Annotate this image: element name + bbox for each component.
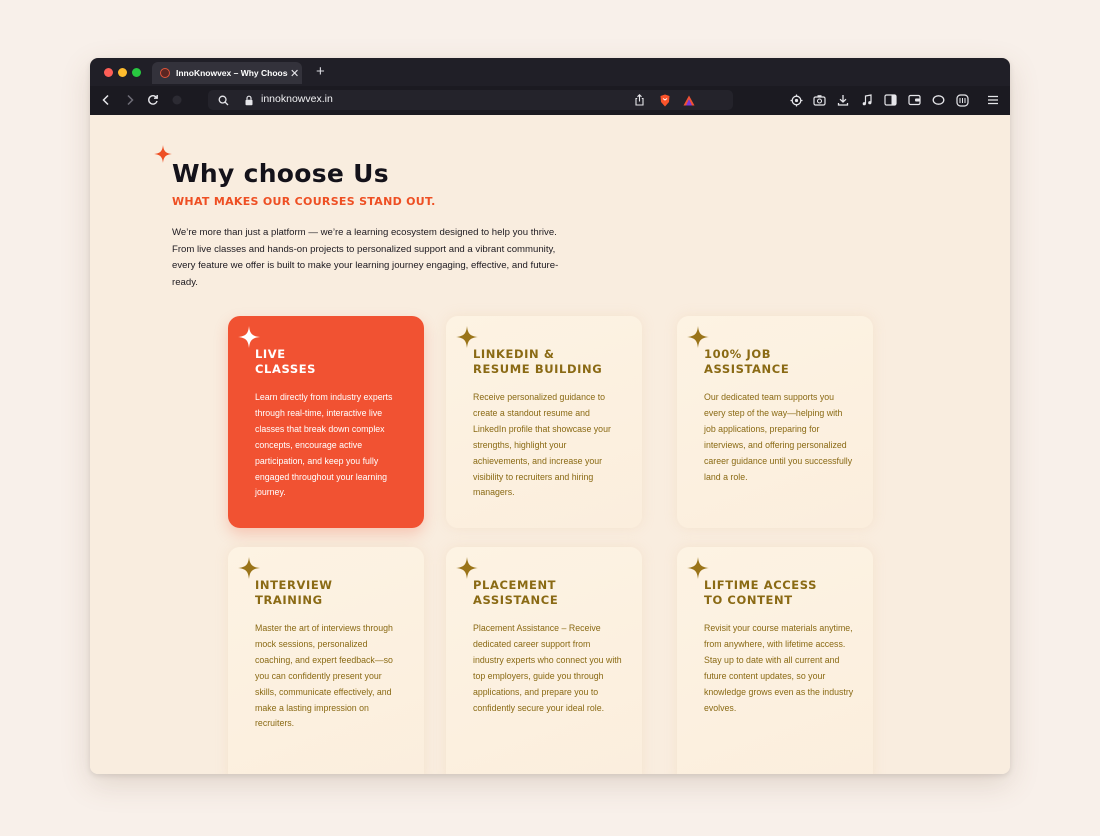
card-title: PLACEMENT ASSISTANCE (473, 578, 559, 607)
sparkle-icon (687, 557, 709, 579)
feature-card-job-assistance[interactable]: 100% JOB ASSISTANCE Our dedicated team s… (677, 316, 873, 528)
sparkle-icon (456, 557, 478, 579)
card-description: Placement Assistance – Receive dedicated… (473, 623, 622, 713)
extensions-icon[interactable] (789, 93, 803, 107)
close-window-button[interactable] (104, 68, 113, 77)
card-title: INTERVIEW TRAINING (255, 578, 333, 607)
browser-window: InnoKnowvex – Why Choose Us ✕ + innoknow… (90, 58, 1010, 774)
brave-rewards-icon[interactable] (682, 93, 696, 107)
site-favicon-icon (160, 68, 170, 78)
reload-icon[interactable] (146, 93, 160, 107)
card-title: LIVE CLASSES (255, 347, 317, 376)
bookmark-icon[interactable] (170, 93, 184, 107)
url-text: innoknowvex.in (261, 93, 333, 105)
card-description: Learn directly from industry experts thr… (255, 392, 393, 498)
feature-card-linkedin-resume[interactable]: LINKEDIN & RESUME BUILDING Receive perso… (446, 316, 642, 528)
minimize-window-button[interactable] (118, 68, 127, 77)
lock-icon[interactable] (242, 93, 256, 107)
menu-icon[interactable] (986, 93, 1000, 107)
sparkle-icon (687, 326, 709, 348)
feature-card-interview-training[interactable]: INTERVIEW TRAINING Master the art of int… (228, 547, 424, 774)
wallet-icon[interactable] (907, 93, 921, 107)
forward-arrow-icon[interactable] (123, 93, 137, 107)
page-subtitle: WHAT MAKES OUR COURSES STAND OUT. (172, 195, 436, 208)
download-icon[interactable] (836, 93, 850, 107)
card-title: LINKEDIN & RESUME BUILDING (473, 347, 603, 376)
title-bar: InnoKnowvex – Why Choose Us ✕ + (90, 58, 1010, 86)
page-title: Why choose Us (172, 159, 389, 188)
vpn-icon[interactable] (931, 93, 945, 107)
address-bar[interactable]: innoknowvex.in (208, 90, 733, 110)
card-title: 100% JOB ASSISTANCE (704, 347, 790, 376)
music-icon[interactable] (860, 93, 874, 107)
sparkle-icon (238, 326, 260, 348)
share-icon[interactable] (632, 93, 646, 107)
page-content: Why choose Us WHAT MAKES OUR COURSES STA… (90, 115, 1010, 774)
sidebar-icon[interactable] (883, 93, 897, 107)
card-description: Our dedicated team supports you every st… (704, 392, 853, 482)
feature-card-live-classes[interactable]: LIVE CLASSES Learn directly from industr… (228, 316, 424, 528)
maximize-window-button[interactable] (132, 68, 141, 77)
screenshot-icon[interactable] (812, 93, 826, 107)
card-description: Master the art of interviews through moc… (255, 623, 393, 729)
card-description: Revisit your course materials anytime, f… (704, 623, 854, 713)
search-icon (216, 93, 230, 107)
sparkle-icon (456, 326, 478, 348)
card-title: LIFTIME ACCESS TO CONTENT (704, 578, 817, 607)
tab-title: InnoKnowvex – Why Choose Us (176, 68, 288, 78)
back-arrow-icon[interactable] (99, 93, 113, 107)
sparkle-icon (238, 557, 260, 579)
card-description: Receive personalized guidance to create … (473, 392, 611, 498)
leo-icon[interactable] (955, 93, 969, 107)
sparkle-icon (154, 145, 172, 163)
page-intro: We’re more than just a platform — we’re … (172, 227, 559, 288)
new-tab-button[interactable]: + (316, 63, 325, 80)
feature-card-placement-assistance[interactable]: PLACEMENT ASSISTANCE Placement Assistanc… (446, 547, 642, 774)
brave-shield-icon[interactable] (658, 93, 672, 107)
feature-card-lifetime-access[interactable]: LIFTIME ACCESS TO CONTENT Revisit your c… (677, 547, 873, 774)
tab-close-icon[interactable]: ✕ (290, 67, 299, 80)
browser-toolbar: innoknowvex.in (90, 86, 1010, 115)
tab-why-choose-us[interactable]: InnoKnowvex – Why Choose Us ✕ (152, 62, 302, 84)
